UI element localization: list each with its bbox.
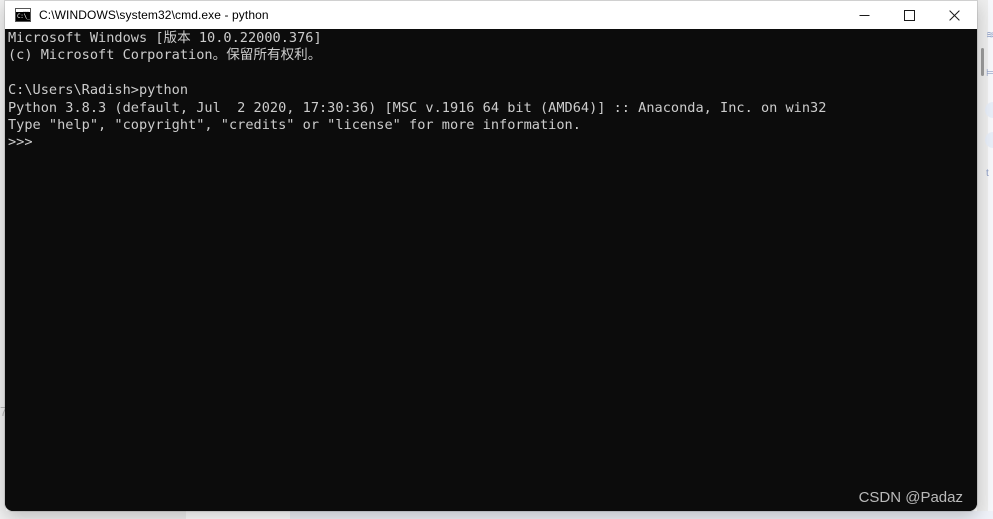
background-scrollbar-thumb[interactable] [981, 48, 984, 76]
console-text: Microsoft Windows [版本 10.0.22000.376] (c… [8, 30, 827, 151]
maximize-icon [904, 9, 915, 21]
window-controls[interactable] [842, 1, 977, 29]
desktop-background: 7 ≋ ⊨ t ▫▫▫ C:\_ C:\WINDOWS\system32\cmd… [0, 0, 993, 519]
background-fragment-icon: ⊨ [986, 68, 993, 79]
background-fragment-icon: ≋ [986, 30, 993, 41]
minimize-button[interactable] [842, 1, 887, 29]
background-bottom-pane-right [290, 511, 993, 519]
maximize-button[interactable] [887, 1, 932, 29]
window-titlebar[interactable]: ▫▫▫ C:\_ C:\WINDOWS\system32\cmd.exe - p… [5, 0, 977, 29]
background-bottom-pane-left [0, 511, 186, 519]
background-fragment-text: t [986, 168, 989, 179]
console-output-area[interactable]: Microsoft Windows [版本 10.0.22000.376] (c… [5, 29, 977, 511]
cmd-console-window[interactable]: ▫▫▫ C:\_ C:\WINDOWS\system32\cmd.exe - p… [5, 0, 977, 511]
watermark: CSDN @Padaz [858, 489, 963, 506]
minimize-icon [859, 14, 870, 16]
window-title: C:\WINDOWS\system32\cmd.exe - python [39, 8, 269, 22]
icon-prompt-text: C:\_ [16, 12, 30, 21]
background-bottom-pane-middle [186, 511, 290, 519]
close-button[interactable] [932, 1, 977, 29]
cmd-console-icon: ▫▫▫ C:\_ [15, 8, 31, 22]
close-icon [949, 9, 960, 21]
